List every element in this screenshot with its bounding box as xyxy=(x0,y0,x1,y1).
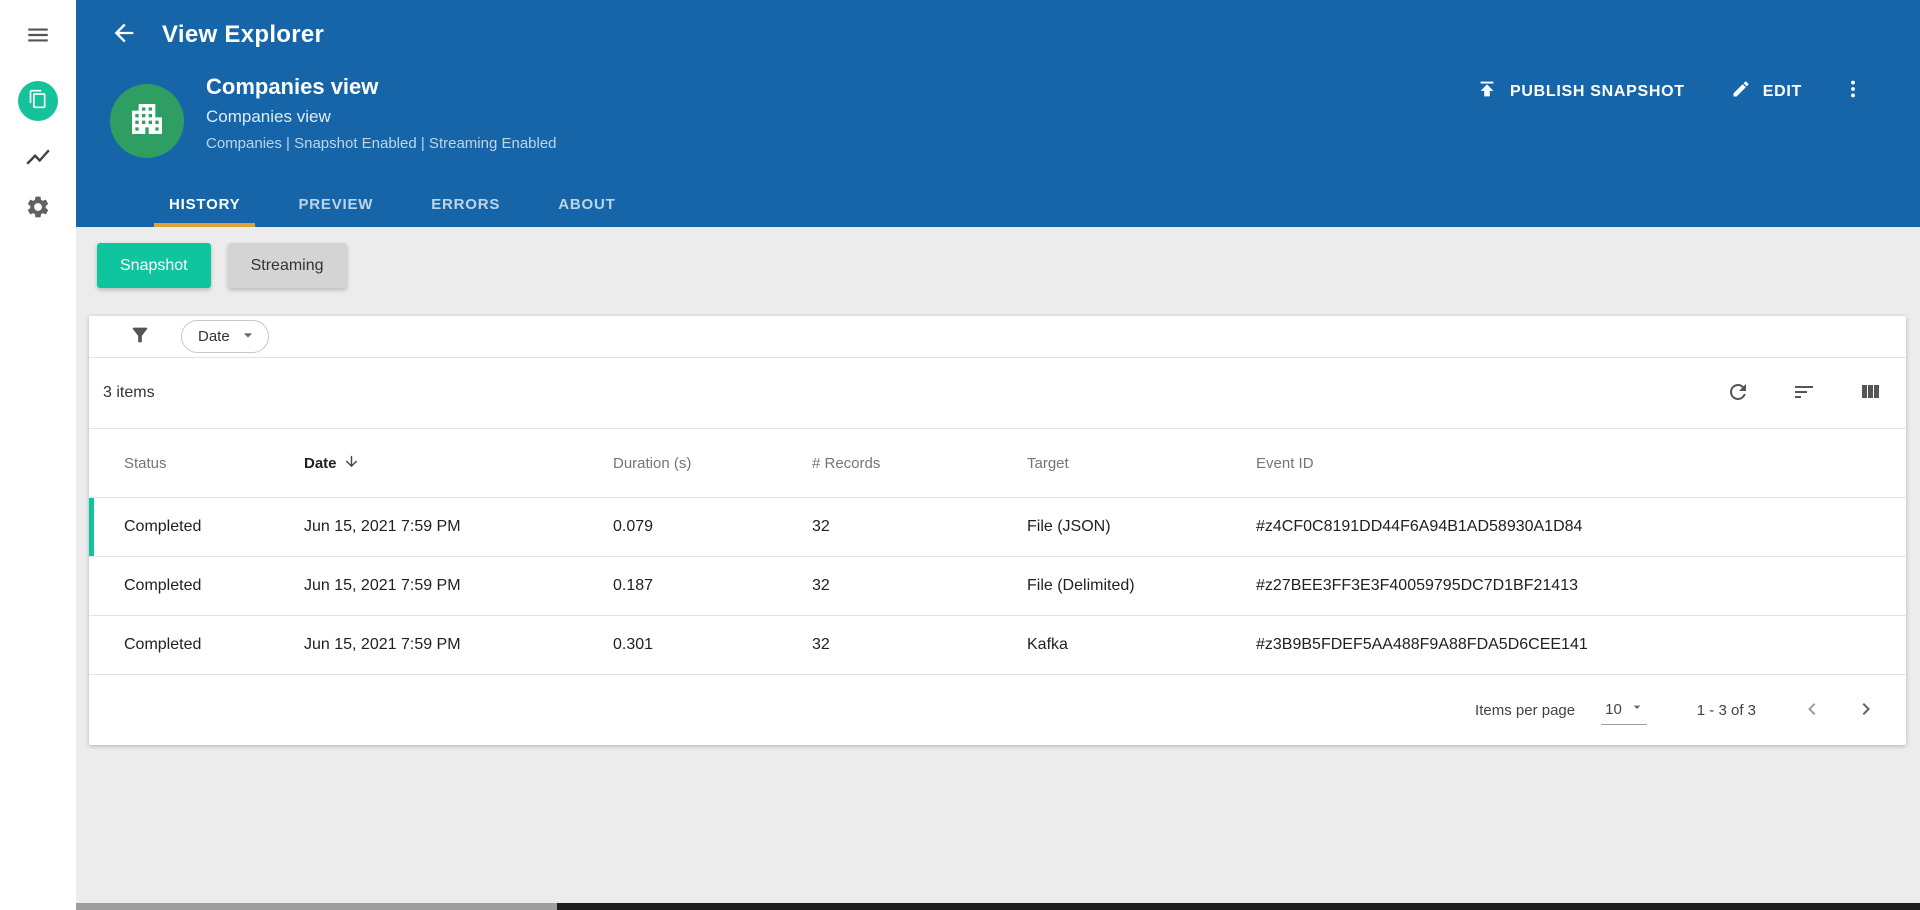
tab-preview[interactable]: PREVIEW xyxy=(283,181,388,227)
settings-nav-button[interactable] xyxy=(25,194,51,223)
column-header-records[interactable]: # Records xyxy=(812,455,1027,472)
cell-target: File (Delimited) xyxy=(1027,577,1135,594)
refresh-icon xyxy=(1726,380,1750,407)
cell-event-id: #z3B9B5FDEF5AA488F9A88FDA5D6CEE141 xyxy=(1256,636,1588,653)
column-header-duration[interactable]: Duration (s) xyxy=(613,455,812,472)
tab-errors[interactable]: ERRORS xyxy=(416,181,515,227)
upload-icon xyxy=(1476,78,1510,105)
tab-history[interactable]: HISTORY xyxy=(154,181,256,227)
page-header: View Explorer Companies view Companies v… xyxy=(76,0,1920,227)
column-header-target[interactable]: Target xyxy=(1027,455,1256,472)
column-header-date[interactable]: Date xyxy=(304,453,613,474)
bottom-strip-dark xyxy=(557,903,1920,910)
streaming-toggle-button[interactable]: Streaming xyxy=(227,243,347,288)
filter-funnel-icon xyxy=(129,324,151,349)
more-options-button[interactable] xyxy=(1842,78,1876,105)
building-icon xyxy=(127,99,167,144)
left-sidebar xyxy=(0,0,76,910)
cell-duration: 0.301 xyxy=(613,636,654,653)
cell-records: 32 xyxy=(812,518,830,535)
edit-button[interactable]: EDIT xyxy=(1731,79,1802,104)
pages-logo-icon xyxy=(28,89,48,114)
table-row[interactable]: Completed Jun 15, 2021 7:59 PM 0.079 32 … xyxy=(89,497,1906,556)
page-size-value: 10 xyxy=(1605,700,1622,718)
cell-date: Jun 15, 2021 7:59 PM xyxy=(304,518,461,535)
cell-duration: 0.187 xyxy=(613,577,654,594)
view-subtitle: Companies view xyxy=(206,107,331,126)
history-card: Date 3 items Status Date Duration (s) # … xyxy=(89,316,1906,745)
column-header-event-id[interactable]: Event ID xyxy=(1256,455,1906,472)
cell-status: Completed xyxy=(124,636,202,653)
bottom-strip-light xyxy=(0,903,557,910)
view-avatar xyxy=(110,84,184,158)
gear-icon xyxy=(25,194,51,223)
header-actions: PUBLISH SNAPSHOT EDIT xyxy=(1476,78,1876,105)
cell-target: Kafka xyxy=(1027,636,1068,653)
chevron-right-icon xyxy=(1854,697,1878,724)
column-header-date-label: Date xyxy=(304,454,337,472)
view-header-text: Companies view Companies view Companies … xyxy=(206,74,557,152)
page-title: View Explorer xyxy=(162,20,325,48)
cell-event-id: #z4CF0C8191DD44F6A94B1AD58930A1D84 xyxy=(1256,518,1583,535)
table-row[interactable]: Completed Jun 15, 2021 7:59 PM 0.187 32 … xyxy=(89,556,1906,615)
date-filter-label: Date xyxy=(198,328,230,345)
chevron-left-icon xyxy=(1800,697,1824,724)
cell-date: Jun 15, 2021 7:59 PM xyxy=(304,636,461,653)
publish-snapshot-label: PUBLISH SNAPSHOT xyxy=(1509,82,1685,100)
kebab-menu-icon xyxy=(1842,78,1876,105)
tab-about[interactable]: ABOUT xyxy=(543,181,630,227)
publish-snapshot-button[interactable]: PUBLISH SNAPSHOT xyxy=(1476,78,1685,105)
cell-records: 32 xyxy=(812,636,830,653)
app-root: View Explorer Companies view Companies v… xyxy=(0,0,1920,910)
back-button[interactable] xyxy=(110,19,138,50)
cell-status: Completed xyxy=(124,577,202,594)
cell-records: 32 xyxy=(812,577,830,594)
top-bar: View Explorer xyxy=(76,0,1920,69)
analytics-nav-button[interactable] xyxy=(24,143,52,174)
snapshot-toggle-button[interactable]: Snapshot xyxy=(97,243,211,288)
selected-row-indicator xyxy=(89,498,94,556)
column-header-status[interactable]: Status xyxy=(124,455,304,472)
edit-label: EDIT xyxy=(1762,82,1802,100)
history-type-toggles: Snapshot Streaming xyxy=(97,243,347,288)
app-logo[interactable] xyxy=(18,81,58,121)
table-header-row: Status Date Duration (s) # Records Targe… xyxy=(89,429,1906,497)
refresh-button[interactable] xyxy=(1726,380,1750,407)
items-bar: 3 items xyxy=(89,358,1906,429)
caret-down-icon xyxy=(1622,699,1645,719)
line-chart-icon xyxy=(24,143,52,174)
caret-down-icon xyxy=(230,325,258,349)
next-page-button[interactable] xyxy=(1854,697,1878,724)
view-meta: Companies | Snapshot Enabled | Streaming… xyxy=(206,135,557,152)
sort-button[interactable] xyxy=(1792,380,1816,407)
menu-icon xyxy=(25,22,51,51)
table-row[interactable]: Completed Jun 15, 2021 7:59 PM 0.301 32 … xyxy=(89,615,1906,674)
previous-page-button[interactable] xyxy=(1800,697,1824,724)
sort-icon xyxy=(1792,380,1816,407)
filter-button[interactable] xyxy=(129,324,151,349)
page-size-select[interactable]: 10 xyxy=(1601,695,1647,725)
pagination-bar: Items per page 10 1 - 3 of 3 xyxy=(89,674,1906,745)
view-tabs: HISTORY PREVIEW ERRORS ABOUT xyxy=(154,181,659,227)
back-arrow-icon xyxy=(110,19,138,50)
menu-button[interactable] xyxy=(25,22,51,51)
columns-button[interactable] xyxy=(1858,380,1882,407)
arrow-down-icon xyxy=(337,453,360,474)
cell-event-id: #z27BEE3FF3E3F40059795DC7D1BF21413 xyxy=(1256,577,1578,594)
filter-bar: Date xyxy=(89,316,1906,358)
cell-status: Completed xyxy=(124,518,202,535)
pencil-icon xyxy=(1731,79,1763,104)
cell-target: File (JSON) xyxy=(1027,518,1111,535)
main-content: Snapshot Streaming Date 3 items Status D… xyxy=(76,227,1920,910)
cell-duration: 0.079 xyxy=(613,518,654,535)
view-title: Companies view xyxy=(206,74,379,99)
cell-date: Jun 15, 2021 7:59 PM xyxy=(304,577,461,594)
items-count: 3 items xyxy=(103,384,155,401)
columns-icon xyxy=(1858,380,1882,407)
page-range: 1 - 3 of 3 xyxy=(1696,701,1756,719)
date-filter-chip[interactable]: Date xyxy=(181,320,269,353)
items-per-page-label: Items per page xyxy=(1475,701,1576,719)
